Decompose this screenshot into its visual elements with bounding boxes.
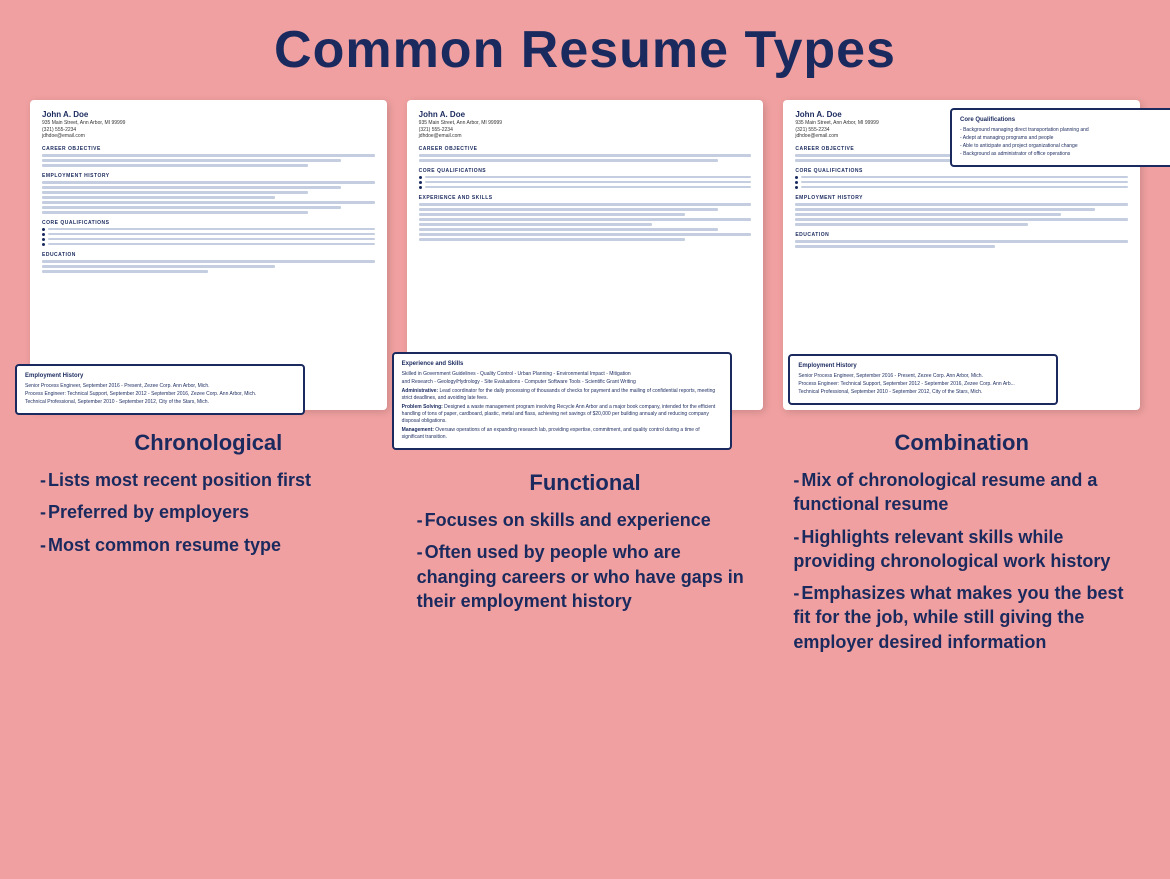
page-title: Common Resume Types [30, 20, 1140, 80]
desc-item-chron-2: Preferred by employers [40, 500, 377, 524]
desc-title-chronological: Chronological [40, 430, 377, 456]
desc-item-comb-1: Mix of chronological resume and a functi… [793, 468, 1130, 517]
desc-item-func-2: Often used by people who are changing ca… [417, 540, 754, 613]
description-functional: Functional Focuses on skills and experie… [407, 410, 764, 859]
callout-employment-history-3: Employment History Senior Process Engine… [788, 354, 1058, 405]
column-chronological: John A. Doe 935 Main Street, Ann Arbor, … [30, 100, 387, 859]
callout-experience-skills: Experience and Skills Skilled in Governm… [392, 352, 732, 450]
resume-card-combination: John A. Doe 935 Main Street, Ann Arbor, … [783, 100, 1140, 410]
desc-item-chron-1: Lists most recent position first [40, 468, 377, 492]
callout-core-qualifications: Core Qualifications - Background managin… [950, 108, 1170, 167]
desc-item-chron-3: Most common resume type [40, 533, 377, 557]
callout-employment-history-1: Employment History Senior Process Engine… [15, 364, 305, 415]
description-combination: Combination Mix of chronological resume … [783, 410, 1140, 859]
desc-title-functional: Functional [417, 470, 754, 496]
resume-card-chronological: John A. Doe 935 Main Street, Ann Arbor, … [30, 100, 387, 410]
column-combination: John A. Doe 935 Main Street, Ann Arbor, … [783, 100, 1140, 859]
page: Common Resume Types John A. Doe 935 Main… [0, 0, 1170, 879]
column-functional: John A. Doe 935 Main Street, Ann Arbor, … [407, 100, 764, 859]
desc-item-comb-3: Emphasizes what makes you the best fit f… [793, 581, 1130, 654]
desc-item-comb-2: Highlights relevant skills while providi… [793, 525, 1130, 574]
desc-title-combination: Combination [793, 430, 1130, 456]
description-chronological: Chronological Lists most recent position… [30, 410, 387, 859]
columns-container: John A. Doe 935 Main Street, Ann Arbor, … [30, 100, 1140, 859]
resume-card-functional: John A. Doe 935 Main Street, Ann Arbor, … [407, 100, 764, 410]
desc-item-func-1: Focuses on skills and experience [417, 508, 754, 532]
